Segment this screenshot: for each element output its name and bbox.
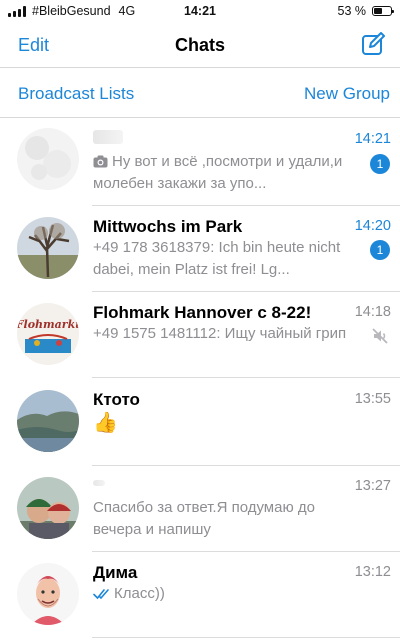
avatar xyxy=(17,563,79,625)
chat-name: Дима xyxy=(93,563,138,582)
sub-bar: Broadcast Lists New Group xyxy=(0,68,400,118)
chat-name: Ктото xyxy=(93,390,140,409)
preview-sender: +49 178 3618379: xyxy=(93,239,215,256)
avatar: Flohmarkt xyxy=(17,303,79,365)
chat-time: 13:27 xyxy=(354,478,391,494)
new-group-button[interactable]: New Group xyxy=(304,84,390,104)
unread-badge: 1 xyxy=(370,240,390,260)
chat-time: 13:12 xyxy=(354,564,391,580)
chat-preview-text: Ну вот и всё ,посмотри и удали,и молебен… xyxy=(93,153,343,192)
muted-speaker-icon xyxy=(372,328,388,344)
double-check-icon xyxy=(93,589,109,600)
chat-time: 14:18 xyxy=(354,304,391,320)
battery-fill xyxy=(374,8,382,14)
status-right: 53 % xyxy=(337,4,394,18)
compose-icon[interactable] xyxy=(360,31,386,57)
chat-row[interactable]: 13:27 Спасибо за ответ.Я подумаю до вече… xyxy=(0,466,400,552)
chat-name-hidden xyxy=(93,480,105,486)
chat-preview-text: Ищу чайный грип xyxy=(220,325,347,342)
avatar xyxy=(17,217,79,279)
avatar xyxy=(17,477,79,539)
chat-preview-text: Класс)) xyxy=(114,585,165,602)
chat-time: 13:55 xyxy=(354,391,391,407)
avatar xyxy=(17,390,79,452)
chat-row[interactable]: Flohmarkt Flohmark Hannover c 8-22! 14:1… xyxy=(0,292,400,378)
chat-row[interactable]: Дима 13:12 Класс)) xyxy=(0,552,400,638)
chat-time: 14:20 xyxy=(354,218,391,234)
thumbs-up-emoji: 👍 xyxy=(93,412,118,434)
status-bar: #BleibGesund 4G 14:21 53 % xyxy=(0,0,400,22)
chat-list: 14:21 Ну вот и всё ,посмотри и удали,и м… xyxy=(0,118,400,638)
chat-preview-text: Спасибо за ответ.Я подумаю до вечера и н… xyxy=(93,499,315,538)
chat-preview: Класс)) xyxy=(93,583,355,605)
camera-icon xyxy=(93,155,108,168)
preview-sender: +49 1575 1481112: xyxy=(93,325,221,342)
battery-percent: 53 % xyxy=(337,4,367,18)
chat-row[interactable]: Ктото 13:55 👍 xyxy=(0,378,400,466)
chat-name: Mittwochs im Park xyxy=(93,217,243,236)
chat-preview: 👍 xyxy=(93,412,355,436)
chat-row[interactable]: Mittwochs im Park 14:20 +49 178 3618379:… xyxy=(0,206,400,292)
chat-preview: +49 178 3618379: Ich bin heute nicht dab… xyxy=(93,237,355,281)
page-title: Chats xyxy=(174,35,225,55)
nav-bar: Edit Chats xyxy=(0,22,400,68)
avatar-logo-text: Flohmarkt xyxy=(17,318,79,331)
unread-badge: 1 xyxy=(370,154,390,174)
chat-name-hidden xyxy=(93,130,123,144)
chat-time: 14:21 xyxy=(354,131,391,147)
broadcast-lists-button[interactable]: Broadcast Lists xyxy=(18,84,134,104)
chat-preview: Спасибо за ответ.Я подумаю до вечера и н… xyxy=(93,497,355,541)
chat-preview: +49 1575 1481112: Ищу чайный грип xyxy=(93,323,355,345)
chat-preview: Ну вот и всё ,посмотри и удали,и молебен… xyxy=(93,151,355,195)
avatar xyxy=(17,128,79,190)
chat-row[interactable]: 14:21 Ну вот и всё ,посмотри и удали,и м… xyxy=(0,118,400,206)
battery-icon xyxy=(372,6,394,16)
chat-name: Flohmark Hannover c 8-22! xyxy=(93,303,312,322)
